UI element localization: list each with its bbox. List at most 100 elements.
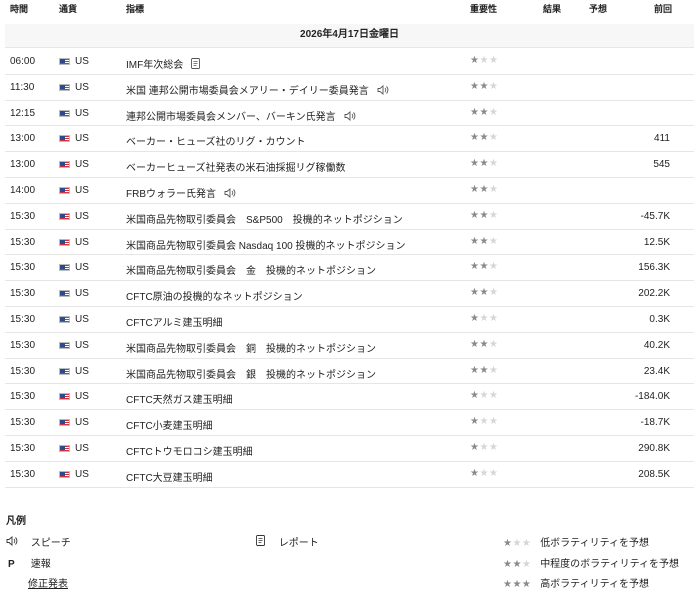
us-flag-icon <box>59 419 70 427</box>
event-name-text[interactable]: FRBウォラー氏発言 <box>126 189 216 200</box>
event-name[interactable]: ベーカー・ヒューズ社のリグ・カウント <box>126 133 306 148</box>
us-flag-icon <box>59 83 70 91</box>
table-row[interactable]: 15:30 US CFTCアルミ建玉明細 ★★★ 0.3K <box>5 307 694 333</box>
event-name-text[interactable]: 米国商品先物取引委員会 S&P500 投機的ネットポジション <box>126 215 403 226</box>
event-name[interactable]: FRBウォラー氏発言 <box>126 185 236 200</box>
table-row[interactable]: 15:30 US 米国商品先物取引委員会 Nasdaq 100 投機的ネットポジショ… <box>5 230 694 256</box>
table-row[interactable]: 13:00 US ベーカーヒューズ社発表の米石油採掘リグ稼働数 ★★★ 545 <box>5 152 694 178</box>
event-name-text[interactable]: CFTCトウモロコシ建玉明細 <box>126 447 253 458</box>
header-time[interactable]: 時間 <box>10 2 28 15</box>
event-time: 15:30 <box>10 468 36 480</box>
event-name-text[interactable]: IMF年次総会 <box>126 60 183 71</box>
event-name-text[interactable]: ベーカー・ヒューズ社のリグ・カウント <box>126 137 306 148</box>
event-name[interactable]: ベーカーヒューズ社発表の米石油採掘リグ稼働数 <box>126 159 346 174</box>
importance-stars-icon: ★★★ <box>470 287 499 299</box>
report-icon <box>191 58 201 69</box>
legend-flash-label: 速報 <box>30 559 51 570</box>
us-flag-icon <box>59 367 70 375</box>
legend-revised-label[interactable]: 修正発表 <box>28 579 68 590</box>
table-row[interactable]: 12:15 US 連邦公開市場委員会メンバー、バーキン氏発言 ★★★ <box>5 101 694 127</box>
event-name-text[interactable]: 米国商品先物取引委員会 銅 投機的ネットポジション <box>126 344 376 355</box>
event-currency: US <box>75 417 89 429</box>
event-name-text[interactable]: CFTC原油の投機的なネットポジション <box>126 292 303 303</box>
importance-stars-icon: ★★★ <box>470 261 499 273</box>
table-row[interactable]: 15:30 US CFTC原油の投機的なネットポジション ★★★ 202.2K <box>5 281 694 307</box>
event-currency: US <box>75 159 89 171</box>
us-flag-icon <box>59 444 70 452</box>
event-name[interactable]: 米国商品先物取引委員会 金 投機的ネットポジション <box>126 262 376 277</box>
event-name[interactable]: 米国商品先物取引委員会 銅 投機的ネットポジション <box>126 340 376 355</box>
table-row[interactable]: 15:30 US 米国商品先物取引委員会 金 投機的ネットポジション ★★★ 156.3… <box>5 255 694 282</box>
header-currency[interactable]: 通貨 <box>59 2 77 15</box>
event-previous: 411 <box>654 133 670 145</box>
table-row[interactable]: 15:30 US 米国商品先物取引委員会 銅 投機的ネットポジション ★★★ 40.2K <box>5 333 694 359</box>
event-name[interactable]: 米国商品先物取引委員会 S&P500 投機的ネットポジション <box>126 211 403 226</box>
table-row[interactable]: 15:30 US 米国商品先物取引委員会 銀 投機的ネットポジション ★★★ 23.4K <box>5 359 694 385</box>
header-actual[interactable]: 結果 <box>543 2 561 15</box>
event-name[interactable]: CFTC大豆建玉明細 <box>126 469 213 484</box>
speaker-icon <box>377 84 389 95</box>
event-currency: US <box>75 339 89 351</box>
event-name[interactable]: CFTCトウモロコシ建玉明細 <box>126 443 253 458</box>
header-indicator[interactable]: 指標 <box>126 2 144 15</box>
event-previous: -45.7K <box>640 210 670 222</box>
event-previous: 12.5K <box>643 236 670 248</box>
event-currency: US <box>75 391 89 403</box>
event-name[interactable]: 連邦公開市場委員会メンバー、バーキン氏発言 <box>126 108 356 123</box>
event-name-text[interactable]: 米国商品先物取引委員会 Nasdaq 100 投機的ネットポジション <box>126 241 406 252</box>
legend-speech-label: スピーチ <box>30 538 71 549</box>
event-name[interactable]: 米国 連邦公開市場委員会メアリー・デイリー委員発言 <box>126 82 389 97</box>
event-name[interactable]: 米国商品先物取引委員会 Nasdaq 100 投機的ネットポジション <box>126 237 406 252</box>
event-previous: 202.2K <box>638 288 670 300</box>
table-row[interactable]: 15:30 US 米国商品先物取引委員会 S&P500 投機的ネットポジション ★★★… <box>5 204 694 230</box>
table-row[interactable]: 14:00 US FRBウォラー氏発言 ★★★ <box>5 178 694 204</box>
importance-stars-icon: ★★★ <box>470 312 499 324</box>
event-name-text[interactable]: 米国商品先物取引委員会 銀 投機的ネットポジション <box>126 370 376 381</box>
event-time: 15:30 <box>10 365 36 377</box>
table-row[interactable]: 06:00 US IMF年次総会 ★★★ <box>5 49 694 75</box>
table-row[interactable]: 15:30 US CFTC大豆建玉明細 ★★★ 208.5K <box>5 462 694 488</box>
table-row[interactable]: 11:30 US 米国 連邦公開市場委員会メアリー・デイリー委員発言 ★★★ <box>5 75 694 101</box>
legend-medium: ★★★ 中程度のボラティリティを予想 <box>503 555 679 570</box>
table-row[interactable]: 13:00 US ベーカー・ヒューズ社のリグ・カウント ★★★ 411 <box>5 126 694 153</box>
event-currency: US <box>75 210 89 222</box>
event-name[interactable]: CFTC小麦建玉明細 <box>126 417 213 432</box>
table-row[interactable]: 15:30 US CFTC天然ガス建玉明細 ★★★ -184.0K <box>5 384 694 411</box>
event-time: 15:30 <box>10 313 36 325</box>
event-name[interactable]: CFTC天然ガス建玉明細 <box>126 391 233 406</box>
importance-stars-icon: ★★★ <box>470 390 499 402</box>
header-forecast[interactable]: 予想 <box>589 2 607 15</box>
event-name[interactable]: CFTCアルミ建玉明細 <box>126 314 223 329</box>
table-row[interactable]: 15:30 US CFTCトウモロコシ建玉明細 ★★★ 290.8K <box>5 436 694 462</box>
high-stars-icon: ★★★ <box>503 579 532 590</box>
event-time: 06:00 <box>10 56 36 67</box>
table-header: 時間 通貨 指標 重要性 結果 予想 前回 <box>0 0 694 14</box>
us-flag-icon <box>59 341 70 349</box>
event-name[interactable]: IMF年次総会 <box>126 56 201 71</box>
event-currency: US <box>75 133 89 145</box>
table-row[interactable]: 15:30 US CFTC小麦建玉明細 ★★★ -18.7K <box>5 410 694 436</box>
event-name[interactable]: CFTC原油の投機的なネットポジション <box>126 288 303 303</box>
event-previous: -18.7K <box>640 417 670 429</box>
importance-stars-icon: ★★★ <box>470 441 499 453</box>
event-time: 15:30 <box>10 442 36 454</box>
event-previous: 40.2K <box>643 339 670 351</box>
event-name-text[interactable]: ベーカーヒューズ社発表の米石油採掘リグ稼働数 <box>126 163 346 174</box>
legend-high-label: 高ボラティリティを予想 <box>540 579 649 590</box>
speaker-icon <box>224 188 236 198</box>
event-name-text[interactable]: 連邦公開市場委員会メンバー、バーキン氏発言 <box>126 112 336 123</box>
importance-stars-icon: ★★★ <box>470 158 499 170</box>
importance-stars-icon: ★★★ <box>470 209 499 221</box>
event-name-text[interactable]: 米国商品先物取引委員会 金 投機的ネットポジション <box>126 266 376 277</box>
event-name[interactable]: 米国商品先物取引委員会 銀 投機的ネットポジション <box>126 366 376 381</box>
header-previous[interactable]: 前回 <box>654 2 672 15</box>
event-name-text[interactable]: CFTC小麦建玉明細 <box>126 421 213 432</box>
importance-stars-icon: ★★★ <box>470 55 499 66</box>
event-currency: US <box>75 184 89 196</box>
header-importance[interactable]: 重要性 <box>470 2 497 15</box>
event-name-text[interactable]: CFTC大豆建玉明細 <box>126 473 213 484</box>
report-icon <box>256 535 270 549</box>
event-name-text[interactable]: CFTCアルミ建玉明細 <box>126 318 223 329</box>
event-name-text[interactable]: 米国 連邦公開市場委員会メアリー・デイリー委員発言 <box>126 86 369 97</box>
event-name-text[interactable]: CFTC天然ガス建玉明細 <box>126 395 233 406</box>
